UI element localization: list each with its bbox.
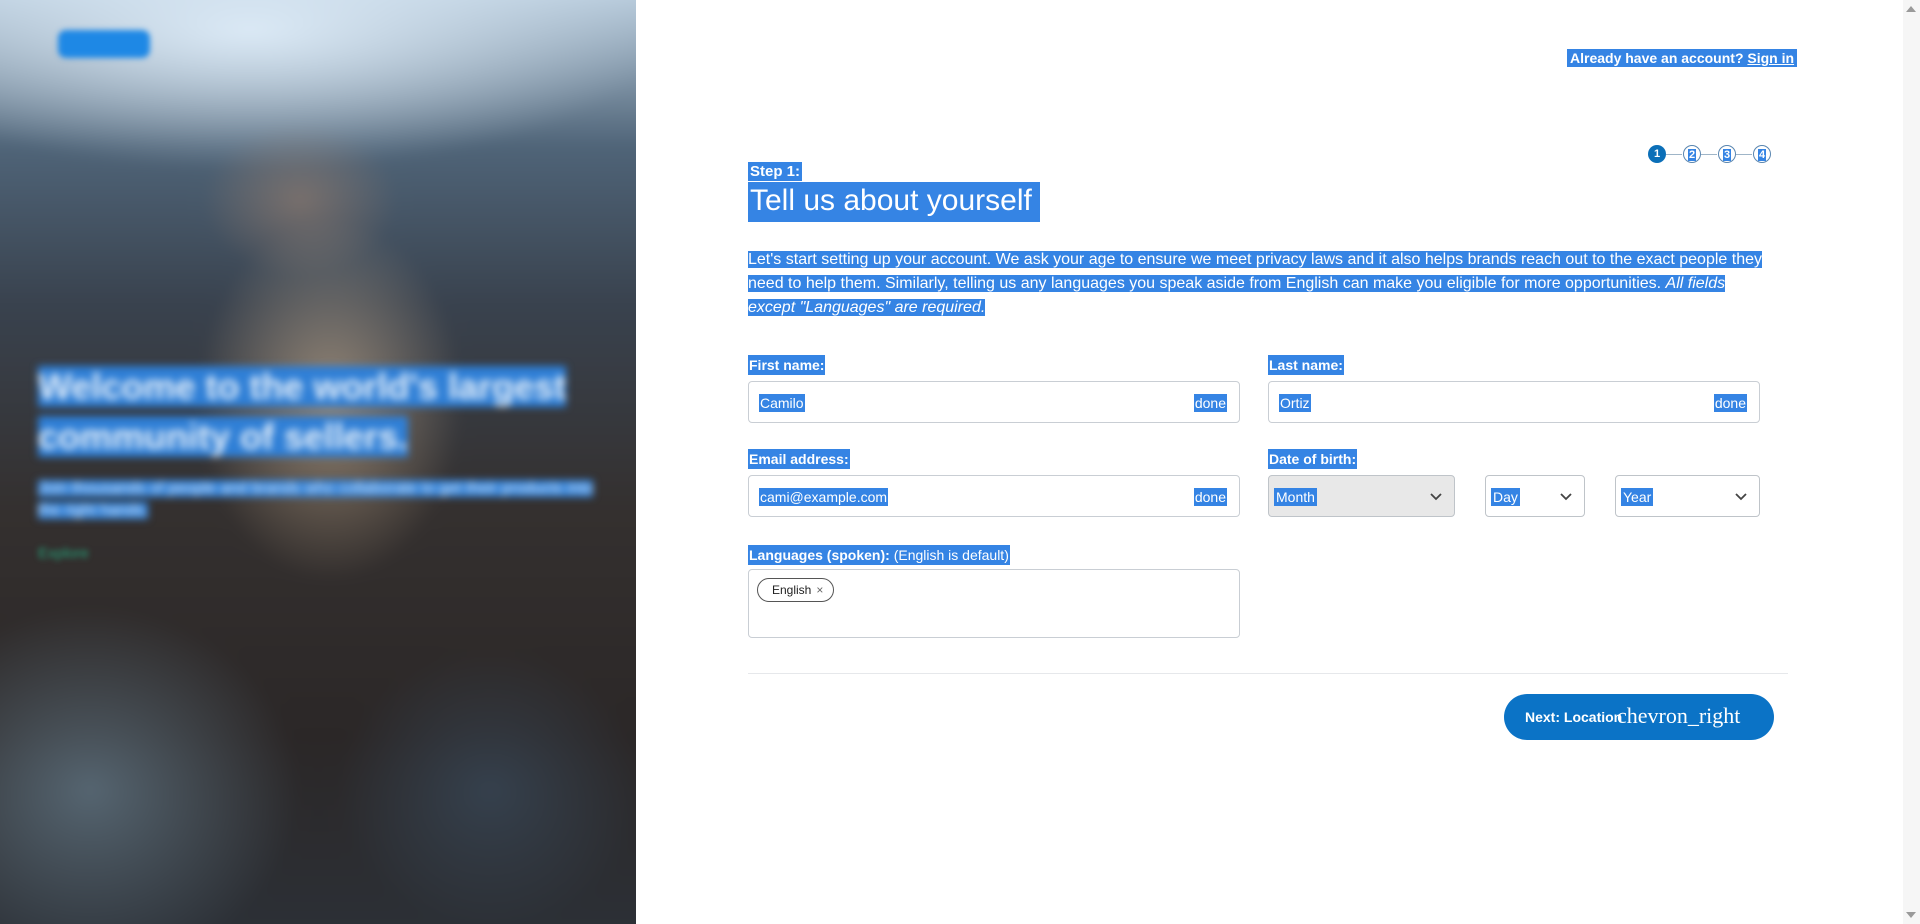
last-name-value: Ortiz: [1279, 394, 1311, 412]
email-value: cami@example.com: [759, 488, 889, 506]
chevron-down-icon: [1560, 493, 1572, 501]
chevron-down-icon: [1430, 493, 1442, 501]
hero-background-image: [0, 0, 636, 924]
language-chip-label: English: [772, 583, 812, 597]
last-name-label: Last name:: [1268, 355, 1344, 375]
languages-label-text: Languages (spoken):: [749, 547, 890, 563]
last-name-done-icon: done: [1713, 394, 1747, 412]
email-label: Email address:: [748, 449, 850, 469]
stepper-step-3: 3: [1718, 145, 1736, 163]
dob-month-value: Month: [1274, 488, 1317, 506]
signin-prompt-text: Already have an account?: [1570, 50, 1744, 66]
dob-label: Date of birth:: [1268, 449, 1358, 469]
stepper-connector: [1736, 154, 1752, 155]
signin-link[interactable]: Sign in: [1747, 50, 1794, 66]
email-done-icon: done: [1193, 488, 1227, 506]
first-name-label: First name:: [748, 355, 826, 375]
scroll-down-icon[interactable]: [1906, 912, 1916, 918]
dob-month-select[interactable]: Month: [1268, 475, 1455, 517]
hero-panel: Welcome to the world's largest community…: [0, 0, 636, 924]
stepper-step-4: 4: [1753, 145, 1771, 163]
chevron-right-icon: chevron_right: [1617, 703, 1741, 728]
progress-stepper: 1 2 3 4: [1648, 144, 1772, 164]
next-location-button[interactable]: Next: Location chevron_right: [1504, 694, 1774, 740]
dob-day-select[interactable]: Day: [1485, 475, 1585, 517]
dob-year-select[interactable]: Year: [1615, 475, 1760, 517]
last-name-field[interactable]: Ortiz done: [1268, 381, 1760, 423]
stepper-step-2: 2: [1683, 145, 1701, 163]
dob-year-value: Year: [1621, 488, 1654, 506]
stepper-connector: [1666, 154, 1682, 155]
scroll-up-icon[interactable]: [1906, 6, 1916, 12]
languages-input[interactable]: English ×: [748, 569, 1240, 638]
brand-logo[interactable]: [58, 30, 150, 58]
page-title: Tell us about yourself: [748, 182, 1040, 222]
hero-link[interactable]: Explore: [38, 545, 89, 562]
languages-label: Languages (spoken): (English is default): [748, 545, 1010, 565]
divider: [748, 673, 1788, 674]
remove-chip-icon[interactable]: ×: [816, 583, 823, 597]
next-button-label: Next: Location: [1525, 709, 1623, 725]
step-label: Step 1:: [748, 162, 803, 181]
intro-body: Let's start setting up your account. We …: [748, 251, 1762, 292]
page-scrollbar[interactable]: [1903, 0, 1920, 924]
hero-title: Welcome to the world's largest community…: [38, 366, 567, 457]
intro-text: Let's start setting up your account. We …: [748, 248, 1768, 320]
chevron-down-icon: [1735, 493, 1747, 501]
hero-subtitle: Join thousands of people and brands who …: [38, 480, 594, 519]
languages-hint: (English is default): [893, 547, 1009, 563]
stepper-connector: [1701, 154, 1717, 155]
first-name-done-icon: done: [1193, 394, 1227, 412]
dob-day-value: Day: [1491, 488, 1520, 506]
stepper-step-1: 1: [1648, 145, 1666, 163]
language-chip: English ×: [757, 578, 835, 602]
email-field[interactable]: cami@example.com done: [748, 475, 1240, 517]
signin-prompt: Already have an account? Sign in: [1567, 49, 1798, 67]
first-name-value: Camilo: [759, 394, 805, 412]
first-name-field[interactable]: Camilo done: [748, 381, 1240, 423]
